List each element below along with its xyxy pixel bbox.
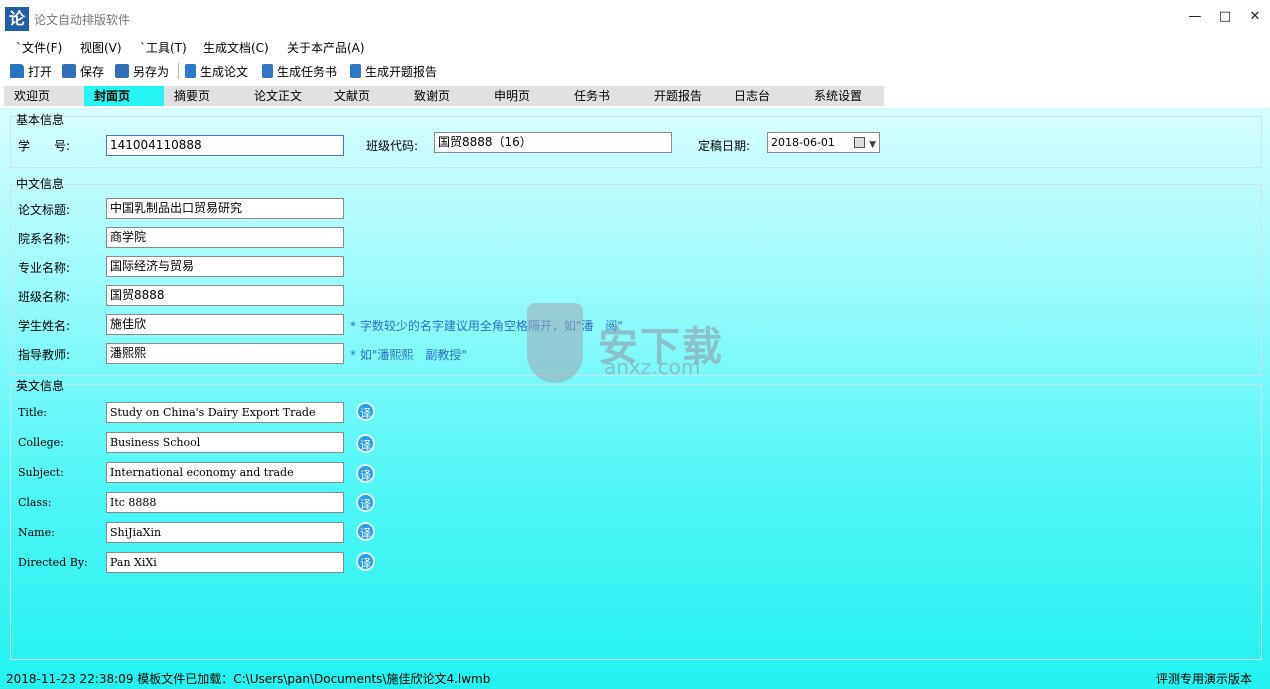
english-class-input[interactable]: Itc 8888: [106, 492, 344, 513]
generate-paper-label: 生成论文: [200, 64, 249, 79]
cover-page-panel: 基本信息 学 号: 141004110888 班级代码: 国贸8888（16） …: [0, 108, 1270, 666]
english-class-label: Class:: [18, 496, 52, 509]
student-name-input[interactable]: 施佳欣: [106, 314, 344, 335]
save-icon: [62, 64, 76, 78]
document-icon: [262, 64, 273, 78]
tab-cover[interactable]: 封面页: [84, 86, 164, 106]
open-label: 打开: [28, 64, 53, 79]
english-college-input[interactable]: Business School: [106, 432, 344, 453]
tab-task[interactable]: 任务书: [564, 86, 644, 106]
english-name-input[interactable]: ShiJiaXin: [106, 522, 344, 543]
department-label: 院系名称:: [18, 232, 71, 246]
major-label: 专业名称:: [18, 261, 71, 275]
tab-bar: 欢迎页 封面页 摘要页 论文正文 文献页 致谢页 申明页 任务书 开题报告 日志…: [0, 84, 1270, 108]
translate-class-button[interactable]: 译: [356, 493, 375, 512]
advisor-label: 指导教师:: [18, 348, 71, 362]
watermark-subtext: anxz.com: [604, 355, 701, 379]
close-button[interactable]: ✕: [1241, 6, 1269, 28]
generate-report-button[interactable]: 生成开题报告: [350, 62, 437, 80]
tab-proposal[interactable]: 开题报告: [644, 86, 724, 106]
menu-file[interactable]: `文件(F): [16, 39, 62, 56]
document-icon: [350, 64, 361, 78]
tab-abstract[interactable]: 摘要页: [164, 86, 244, 106]
date-picker[interactable]: 2018-06-01 ▼: [767, 132, 880, 153]
english-info-title: 英文信息: [16, 379, 65, 393]
toolbar: 打开 保存 另存为 生成论文 生成任务书 生成开题报告: [0, 58, 1270, 84]
window-title: 论文自动排版软件: [34, 13, 131, 27]
class-code-input[interactable]: 国贸8888（16）: [434, 132, 672, 153]
tab-references[interactable]: 文献页: [324, 86, 404, 106]
date-value: 2018-06-01: [771, 136, 835, 149]
menu-bar: `文件(F) 视图(V) `工具(T) 生成文档(C) 关于本产品(A): [0, 36, 1270, 58]
status-message: 2018-11-23 22:38:09 模板文件已加载：C:\Users\pan…: [6, 672, 491, 686]
tab-declaration[interactable]: 申明页: [484, 86, 564, 106]
app-icon: 论: [5, 7, 29, 31]
english-name-label: Name:: [18, 526, 55, 539]
save-button[interactable]: 保存: [62, 62, 104, 80]
toolbar-separator: [178, 63, 179, 79]
tab-welcome[interactable]: 欢迎页: [4, 86, 84, 106]
minimize-button[interactable]: —: [1181, 6, 1209, 28]
tab-body[interactable]: 论文正文: [244, 86, 324, 106]
maximize-button[interactable]: □: [1211, 6, 1239, 28]
generate-task-button[interactable]: 生成任务书: [262, 62, 337, 80]
title-bar: 论 论文自动排版软件 — □ ✕: [0, 0, 1270, 36]
date-label: 定稿日期:: [698, 139, 751, 153]
translate-name-button[interactable]: 译: [356, 522, 375, 541]
status-bar: 2018-11-23 22:38:09 模板文件已加载：C:\Users\pan…: [0, 666, 1270, 689]
save-as-label: 另存为: [133, 64, 170, 79]
save-as-icon: [115, 64, 129, 78]
english-title-input[interactable]: Study on China's Dairy Export Trade: [106, 402, 344, 423]
department-input[interactable]: 商学院: [106, 227, 344, 248]
open-button[interactable]: 打开: [10, 62, 52, 80]
generate-paper-button[interactable]: 生成论文: [185, 62, 248, 80]
student-id-input[interactable]: 141004110888: [106, 135, 344, 156]
generate-task-label: 生成任务书: [277, 64, 338, 79]
save-as-button[interactable]: 另存为: [115, 62, 169, 80]
english-title-label: Title:: [18, 406, 48, 419]
class-code-label: 班级代码:: [366, 139, 419, 153]
save-label: 保存: [80, 64, 105, 79]
advisor-input[interactable]: 潘熙熙: [106, 343, 344, 364]
version-label: 评测专用演示版本: [1155, 672, 1252, 686]
english-college-label: College:: [18, 436, 64, 449]
folder-icon: [10, 64, 24, 78]
menu-about[interactable]: 关于本产品(A): [287, 39, 365, 56]
basic-info-title: 基本信息: [16, 113, 65, 127]
watermark-shield-icon: [527, 303, 583, 383]
paper-title-label: 论文标题:: [18, 203, 71, 217]
english-subject-label: Subject:: [18, 466, 64, 479]
major-input[interactable]: 国际经济与贸易: [106, 256, 344, 277]
tab-settings[interactable]: 系统设置: [804, 86, 884, 106]
menu-generate[interactable]: 生成文档(C): [203, 39, 269, 56]
student-name-label: 学生姓名:: [18, 319, 71, 333]
calendar-icon: [854, 137, 865, 148]
class-name-input[interactable]: 国贸8888: [106, 285, 344, 306]
chinese-info-title: 中文信息: [16, 177, 65, 191]
tab-acknowledgements[interactable]: 致谢页: [404, 86, 484, 106]
english-subject-input[interactable]: International economy and trade: [106, 462, 344, 483]
advisor-hint: * 如"潘熙熙 副教授": [350, 348, 467, 362]
student-id-label: 学 号:: [18, 139, 71, 153]
chevron-down-icon: ▼: [869, 140, 876, 150]
english-advisor-input[interactable]: Pan XiXi: [106, 552, 344, 573]
menu-view[interactable]: 视图(V): [80, 39, 122, 56]
paper-title-input[interactable]: 中国乳制品出口贸易研究: [106, 198, 344, 219]
class-name-label: 班级名称:: [18, 290, 71, 304]
tab-log[interactable]: 日志台: [724, 86, 804, 106]
generate-report-label: 生成开题报告: [365, 64, 438, 79]
english-advisor-label: Directed By:: [18, 556, 88, 569]
menu-tools[interactable]: `工具(T): [140, 39, 187, 56]
translate-advisor-button[interactable]: 译: [356, 552, 375, 571]
translate-title-button[interactable]: 译: [356, 402, 375, 421]
translate-college-button[interactable]: 译: [356, 434, 375, 453]
document-icon: [185, 64, 196, 78]
translate-subject-button[interactable]: 译: [356, 464, 375, 483]
